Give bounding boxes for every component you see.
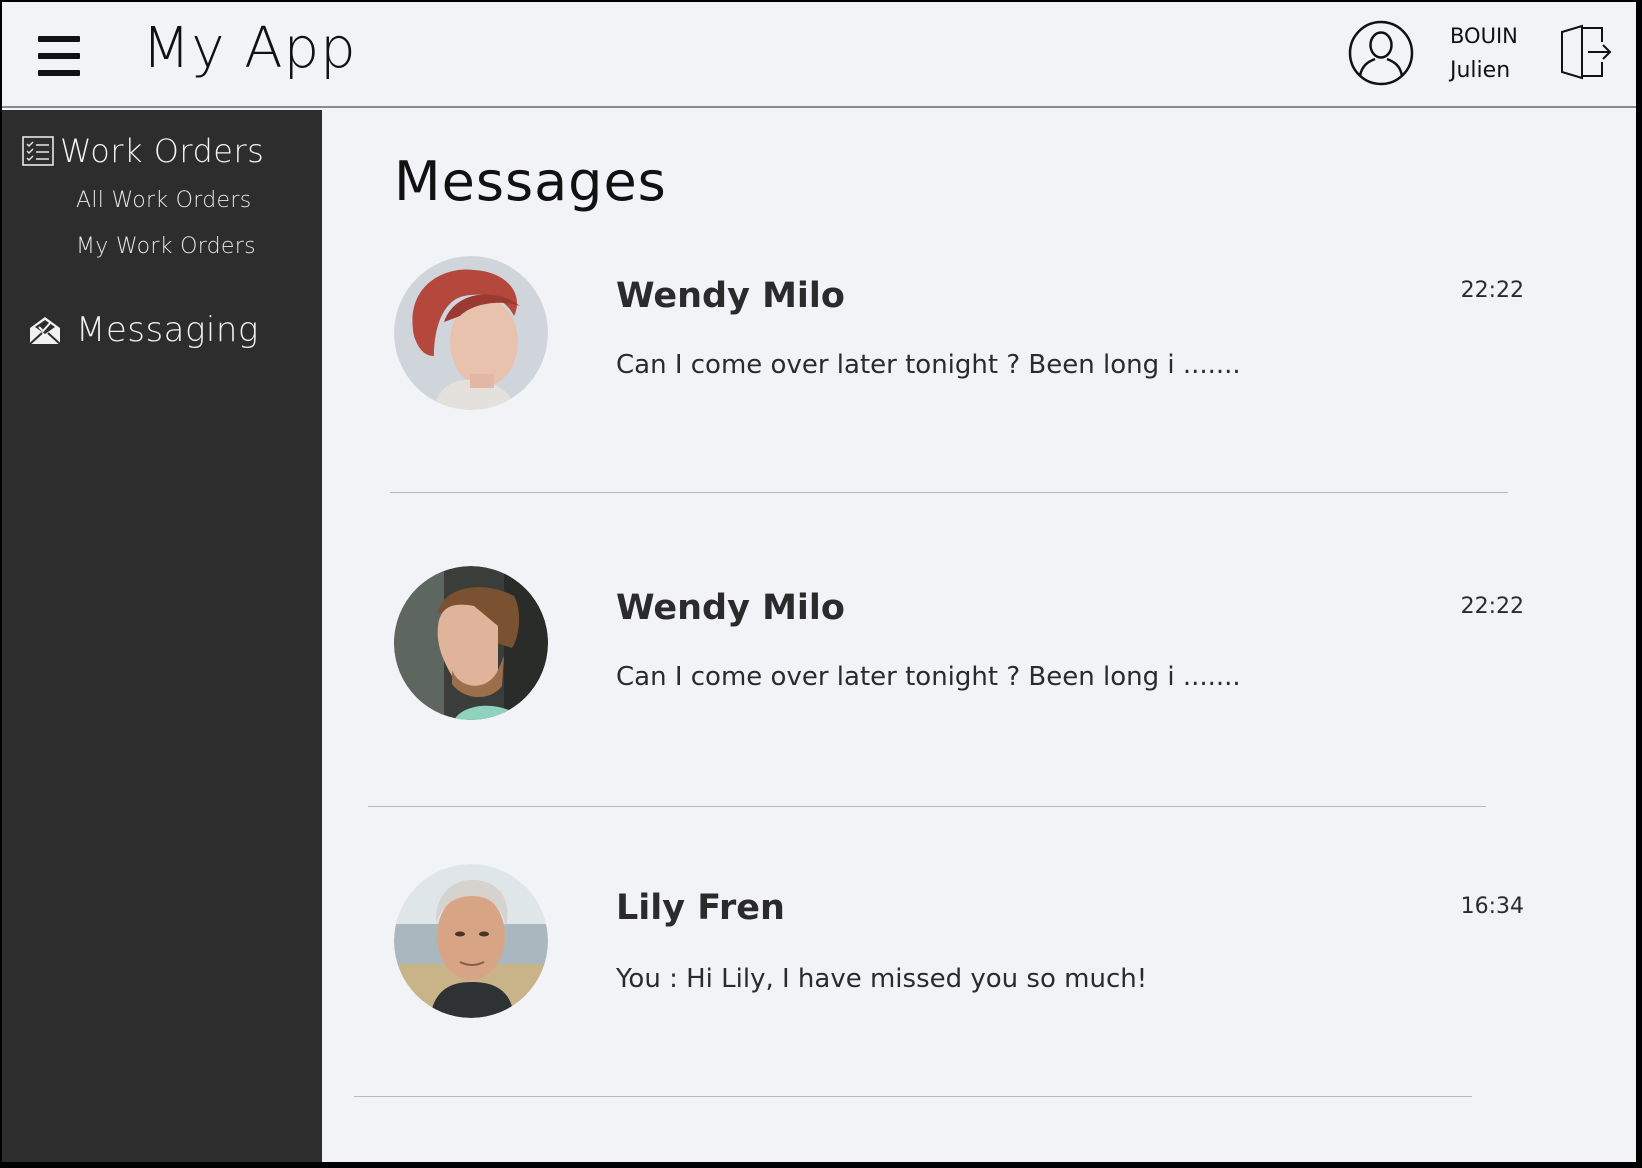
message-sender: Wendy Milo (616, 276, 845, 316)
message-list-item[interactable]: Wendy Milo Can I come over later tonight… (394, 256, 1524, 416)
sidebar-item-all-work-orders[interactable]: All Work Orders (76, 188, 251, 213)
logout-icon[interactable] (1560, 24, 1612, 80)
app-title: My App (142, 16, 357, 81)
message-sender: Lily Fren (616, 888, 785, 928)
sidebar-item-messaging[interactable]: Messaging (28, 310, 259, 350)
message-preview: You : Hi Lily, I have missed you so much… (616, 964, 1148, 994)
message-time: 22:22 (1460, 594, 1524, 619)
message-list-item[interactable]: Lily Fren You : Hi Lily, I have missed y… (394, 864, 1524, 1024)
avatar (394, 566, 548, 720)
checklist-icon (22, 136, 54, 166)
divider (354, 1096, 1472, 1097)
avatar (394, 256, 548, 410)
sidebar: Work Orders All Work Orders My Work Orde… (2, 110, 322, 1162)
sidebar-item-my-work-orders[interactable]: My Work Orders (76, 234, 256, 259)
message-list-item[interactable]: Wendy Milo Can I come over later tonight… (394, 566, 1524, 726)
sidebar-item-label: Messaging (76, 310, 259, 350)
envelope-icon (29, 317, 61, 345)
message-preview: Can I come over later tonight ? Been lon… (616, 350, 1241, 380)
top-bar: My App BOUIN Julien (2, 2, 1636, 108)
user-avatar-icon[interactable] (1348, 20, 1414, 86)
divider (368, 806, 1486, 807)
avatar (394, 864, 548, 1018)
menu-icon[interactable] (38, 36, 82, 76)
app-window: My App BOUIN Julien Work Orders All Work… (2, 2, 1636, 1162)
message-time: 16:34 (1460, 894, 1524, 919)
user-first-name: Julien (1450, 58, 1511, 83)
divider (390, 492, 1508, 493)
page-title: Messages (394, 150, 667, 213)
message-time: 22:22 (1460, 278, 1524, 303)
user-last-name: BOUIN (1450, 24, 1518, 48)
sidebar-item-work-orders[interactable]: Work Orders (22, 132, 264, 170)
sidebar-item-label: Work Orders (60, 132, 265, 170)
message-preview: Can I come over later tonight ? Been lon… (616, 662, 1241, 692)
message-sender: Wendy Milo (616, 588, 845, 628)
